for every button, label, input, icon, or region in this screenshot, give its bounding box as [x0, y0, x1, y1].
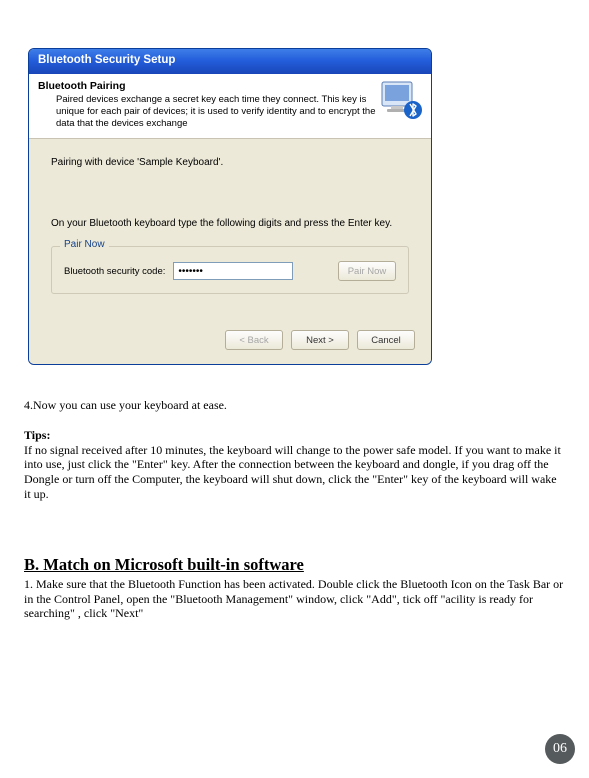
- pairing-status-text: Pairing with device 'Sample Keyboard'.: [51, 157, 409, 168]
- pair-now-button[interactable]: Pair Now: [338, 261, 396, 281]
- dialog-body: Pairing with device 'Sample Keyboard'. O…: [29, 139, 431, 319]
- bluetooth-monitor-icon: [381, 80, 423, 122]
- next-button[interactable]: Next >: [291, 330, 349, 350]
- dialog-titlebar[interactable]: Bluetooth Security Setup: [29, 49, 431, 74]
- header-description: Paired devices exchange a secret key eac…: [38, 94, 422, 130]
- instruction-text: On your Bluetooth keyboard type the foll…: [51, 218, 409, 231]
- page-number-badge: 06: [545, 734, 575, 764]
- bluetooth-security-dialog: Bluetooth Security Setup Bluetooth Pairi…: [28, 48, 432, 365]
- dialog-title: Bluetooth Security Setup: [38, 54, 175, 66]
- security-code-label: Bluetooth security code:: [64, 266, 165, 277]
- tips-block: Tips: If no signal received after 10 min…: [24, 428, 564, 501]
- step-4-text: 4.Now you can use your keyboard at ease.: [24, 398, 564, 413]
- tips-body: If no signal received after 10 minutes, …: [24, 443, 561, 501]
- back-button[interactable]: < Back: [225, 330, 283, 350]
- page-number: 06: [553, 741, 567, 757]
- fieldset-legend: Pair Now: [60, 239, 109, 250]
- section-b-title: B. Match on Microsoft built-in software: [24, 555, 564, 575]
- pair-now-fieldset: Pair Now Bluetooth security code: Pair N…: [51, 246, 409, 294]
- dialog-header-panel: Bluetooth Pairing Paired devices exchang…: [29, 74, 431, 139]
- security-code-input[interactable]: [173, 262, 293, 280]
- section-b-body: 1. Make sure that the Bluetooth Function…: [24, 577, 564, 621]
- dialog-footer: < Back Next > Cancel: [29, 318, 431, 364]
- tips-label: Tips:: [24, 428, 50, 442]
- cancel-button[interactable]: Cancel: [357, 330, 415, 350]
- header-title: Bluetooth Pairing: [38, 80, 422, 92]
- section-b: B. Match on Microsoft built-in software …: [24, 555, 564, 621]
